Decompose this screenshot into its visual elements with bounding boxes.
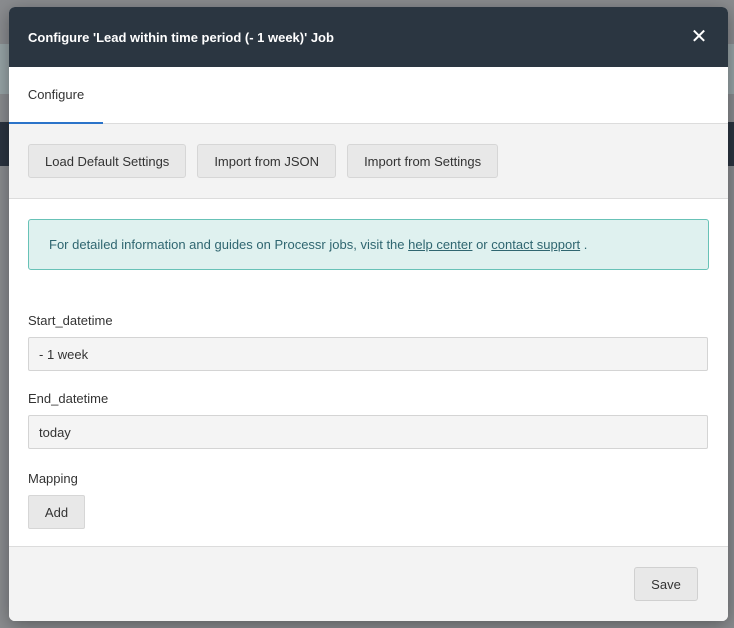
modal-footer: Save xyxy=(9,546,728,621)
import-from-settings-button[interactable]: Import from Settings xyxy=(347,144,499,178)
info-text-middle: or xyxy=(472,237,492,252)
load-default-settings-button[interactable]: Load Default Settings xyxy=(28,144,187,178)
close-icon[interactable]: ✕ xyxy=(687,24,711,48)
modal-title: Configure 'Lead within time period (- 1 … xyxy=(28,29,334,45)
add-mapping-button[interactable]: Add xyxy=(28,495,85,529)
tab-configure[interactable]: Configure xyxy=(9,67,103,124)
info-text: For detailed information and guides on P… xyxy=(49,237,587,252)
end-datetime-input[interactable] xyxy=(28,415,708,449)
info-text-before: For detailed information and guides on P… xyxy=(49,237,409,252)
toolbar: Load Default Settings Import from JSON I… xyxy=(9,124,728,199)
configure-job-modal: Configure 'Lead within time period (- 1 … xyxy=(9,7,728,621)
info-alert: For detailed information and guides on P… xyxy=(28,219,709,270)
start-datetime-input[interactable] xyxy=(28,337,708,371)
end-datetime-label: End_datetime xyxy=(28,391,109,406)
import-from-json-button[interactable]: Import from JSON xyxy=(197,144,337,178)
modal-header: Configure 'Lead within time period (- 1 … xyxy=(9,7,728,67)
save-button[interactable]: Save xyxy=(634,567,698,601)
mapping-label: Mapping xyxy=(28,471,78,486)
contact-support-link[interactable]: contact support xyxy=(491,237,580,252)
modal-body: For detailed information and guides on P… xyxy=(9,199,728,529)
start-datetime-label: Start_datetime xyxy=(28,313,113,328)
tab-bar: Configure xyxy=(9,67,728,124)
info-text-after: . xyxy=(580,237,588,252)
help-center-link[interactable]: help center xyxy=(408,237,472,252)
